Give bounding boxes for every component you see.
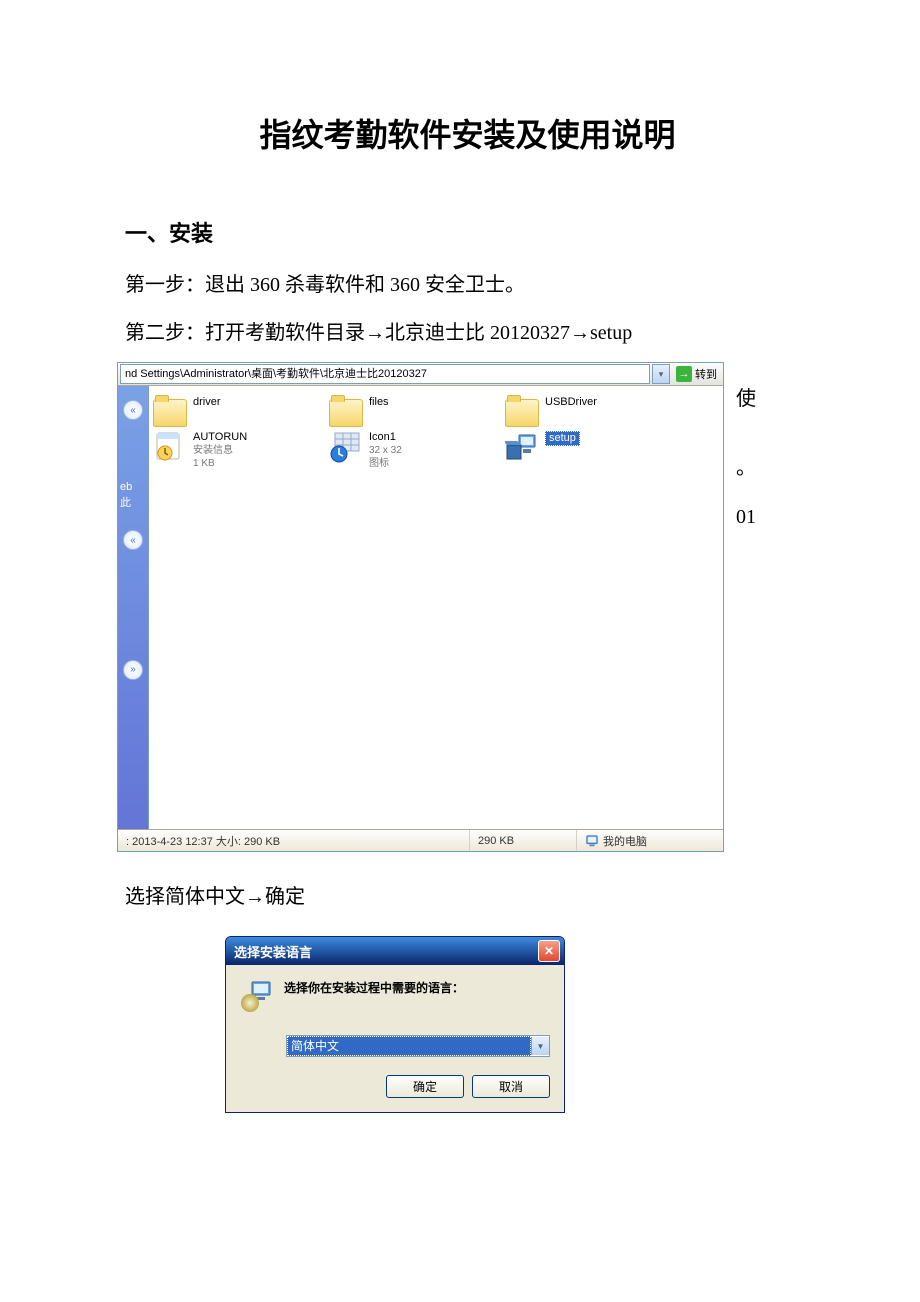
language-select-dialog: 选择安装语言 ✕ 选择你在安装过程中需要的语言： bbox=[225, 936, 565, 1113]
folder-item-files[interactable]: files bbox=[329, 396, 477, 427]
item-sub1: 安装信息 bbox=[193, 444, 247, 457]
folder-icon bbox=[153, 399, 187, 427]
item-sub2: 1 KB bbox=[193, 457, 247, 470]
language-combobox[interactable]: 简体中文 ▼ bbox=[286, 1035, 550, 1057]
right-edge-fragments: 使 。 01 bbox=[736, 380, 756, 537]
file-item-setup[interactable]: setup bbox=[505, 431, 653, 470]
item-label: USBDriver bbox=[545, 396, 597, 409]
item-label-selected: setup bbox=[545, 431, 580, 446]
address-bar: nd Settings\Administrator\桌面\考勤软件\北京迪士比2… bbox=[118, 363, 723, 386]
language-selected-value: 简体中文 bbox=[287, 1036, 531, 1056]
edge-text: 使 bbox=[736, 380, 756, 419]
item-label: AUTORUN bbox=[193, 431, 247, 444]
step-1-text: 第一步：退出 360 杀毒软件和 360 安全卫士。 bbox=[125, 266, 810, 304]
installer-icon bbox=[505, 431, 539, 463]
go-button-label: 转到 bbox=[695, 366, 717, 382]
chevron-up-icon[interactable]: « bbox=[123, 530, 143, 550]
dialog-title-text: 选择安装语言 bbox=[234, 942, 312, 961]
inf-file-icon bbox=[153, 431, 187, 463]
edge-text: 。 bbox=[736, 449, 756, 488]
my-computer-icon bbox=[585, 834, 599, 848]
close-button[interactable]: ✕ bbox=[538, 940, 560, 962]
explorer-status-bar: : 2013-4-23 12:37 大小: 290 KB 290 KB 我的电脑 bbox=[118, 829, 723, 851]
item-label: files bbox=[369, 396, 389, 409]
dialog-title-bar: 选择安装语言 ✕ bbox=[226, 937, 564, 965]
edge-text: 01 bbox=[736, 498, 756, 537]
step-3-text: 选择简体中文→确定 bbox=[125, 878, 810, 916]
step-2-text: 第二步：打开考勤软件目录→北京迪士比 20120327→setup bbox=[125, 314, 810, 352]
cancel-button[interactable]: 取消 bbox=[472, 1075, 550, 1098]
doc-title: 指纹考勤软件安装及使用说明 bbox=[125, 110, 810, 156]
chevron-down-icon[interactable]: ▼ bbox=[531, 1037, 549, 1055]
file-item-icon1[interactable]: Icon1 32 x 32 图标 bbox=[329, 431, 477, 470]
folder-icon bbox=[329, 399, 363, 427]
go-arrow-icon: → bbox=[676, 366, 692, 382]
chevron-down-icon[interactable]: « bbox=[123, 660, 143, 680]
explorer-content: driver files USBDriver bbox=[149, 386, 723, 829]
side-text-fragment: 此 bbox=[120, 496, 131, 510]
item-sub1: 32 x 32 bbox=[369, 444, 402, 457]
folder-item-driver[interactable]: driver bbox=[153, 396, 301, 427]
installer-icon bbox=[240, 979, 274, 1013]
status-left: : 2013-4-23 12:37 大小: 290 KB bbox=[118, 830, 470, 851]
item-label: driver bbox=[193, 396, 221, 409]
go-button[interactable]: → 转到 bbox=[670, 364, 723, 384]
ok-button[interactable]: 确定 bbox=[386, 1075, 464, 1098]
folder-item-usbdriver[interactable]: USBDriver bbox=[505, 396, 653, 427]
section-1-heading: 一、安装 bbox=[125, 216, 810, 248]
status-location: 我的电脑 bbox=[577, 830, 723, 851]
chevron-up-icon[interactable]: « bbox=[123, 400, 143, 420]
address-dropdown-button[interactable]: ▾ bbox=[652, 364, 670, 384]
dialog-message: 选择你在安装过程中需要的语言： bbox=[284, 979, 464, 996]
status-size: 290 KB bbox=[470, 830, 577, 851]
explorer-window: nd Settings\Administrator\桌面\考勤软件\北京迪士比2… bbox=[117, 362, 724, 852]
address-path-input[interactable]: nd Settings\Administrator\桌面\考勤软件\北京迪士比2… bbox=[120, 364, 650, 384]
side-text-fragment: eb bbox=[120, 480, 132, 494]
explorer-side-pane: « « « eb 此 bbox=[118, 386, 149, 829]
file-item-autorun[interactable]: AUTORUN 安装信息 1 KB bbox=[153, 431, 301, 470]
folder-icon bbox=[505, 399, 539, 427]
item-label: Icon1 bbox=[369, 431, 402, 444]
status-location-label: 我的电脑 bbox=[603, 833, 647, 849]
item-sub2: 图标 bbox=[369, 457, 402, 470]
close-icon: ✕ bbox=[544, 944, 554, 958]
ico-file-icon bbox=[329, 431, 363, 463]
